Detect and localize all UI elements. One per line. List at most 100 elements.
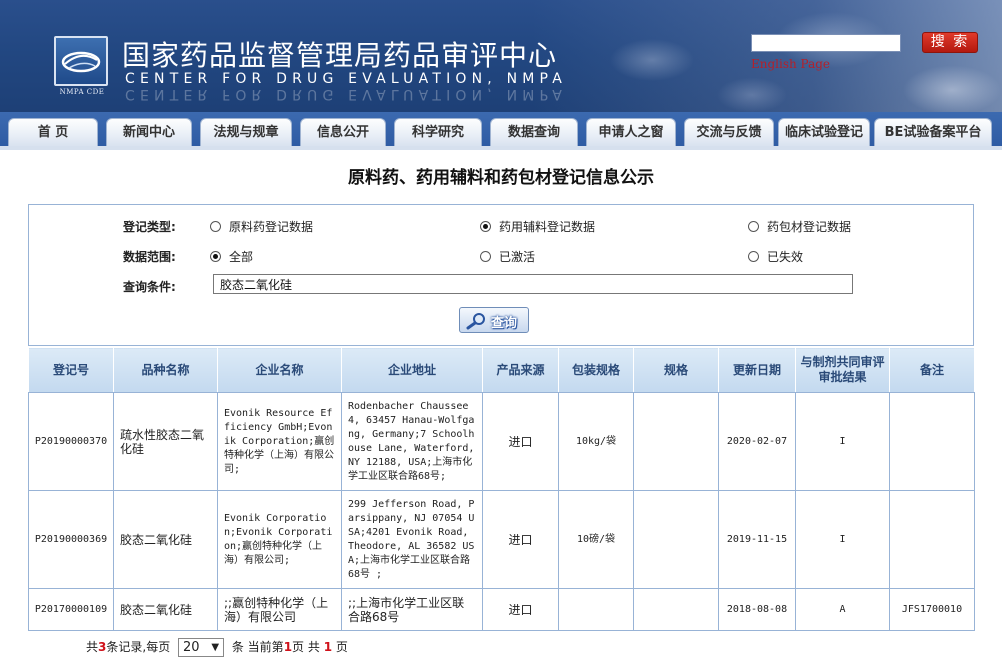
radio-label: 药包材登记数据 xyxy=(767,220,852,234)
cell-product: 胶态二氧化硅 xyxy=(113,588,218,631)
page-size-value: 20 xyxy=(183,640,200,655)
column-header: 产品来源 xyxy=(482,347,559,393)
radio-indicator[interactable] xyxy=(480,251,491,262)
table-row[interactable]: P20170000109 胶态二氧化硅 ;;赢创特种化学（上海）有限公司 ;;上… xyxy=(28,588,975,631)
nav-tab-clinical-trial[interactable]: 临床试验登记 xyxy=(778,118,870,148)
pager-text: 条记录,每页 xyxy=(106,640,171,654)
cell-company: Evonik Corporation;Evonik Corporation;赢创… xyxy=(217,490,342,589)
site-title: 国家药品监督管理局药品审评中心 xyxy=(122,39,558,72)
cell-reg-no: P20170000109 xyxy=(28,588,114,631)
nav-tab-home[interactable]: 首 页 xyxy=(8,118,98,148)
query-button-label: 查询 xyxy=(491,316,518,331)
site-search-input[interactable] xyxy=(751,34,901,52)
magnifier-icon xyxy=(466,313,485,330)
cell-reg-no: P20190000370 xyxy=(28,392,114,491)
radio-indicator[interactable] xyxy=(748,221,759,232)
data-scope-label: 数据范围: xyxy=(123,250,176,264)
radio-label: 药用辅料登记数据 xyxy=(499,220,596,234)
pager-text: 共 xyxy=(86,640,99,654)
registration-type-label: 登记类型: xyxy=(123,220,176,234)
cell-remark xyxy=(889,392,975,491)
cell-source: 进口 xyxy=(482,490,559,589)
site-title-english: CENTER FOR DRUG EVALUATION, NMPA xyxy=(125,71,568,87)
table-row[interactable]: P20190000370 疏水性胶态二氧化硅 Evonik Resource E… xyxy=(28,392,975,491)
cell-spec xyxy=(633,392,719,491)
site-header: NMPA CDE 国家药品监督管理局药品审评中心 CENTER FOR DRUG… xyxy=(0,0,1002,118)
cell-address: 299 Jefferson Road, Parsippany, NJ 07054… xyxy=(341,490,483,589)
query-condition-input[interactable] xyxy=(213,274,853,294)
radio-label: 原料药登记数据 xyxy=(229,220,314,234)
radio-api-data[interactable]: 原料药登记数据 xyxy=(210,218,313,235)
query-button[interactable]: 查询 xyxy=(459,307,529,333)
cell-product: 疏水性胶态二氧化硅 xyxy=(113,392,218,491)
radio-excipient-data[interactable]: 药用辅料登记数据 xyxy=(480,218,595,235)
query-condition-label: 查询条件: xyxy=(123,280,176,294)
page-size-select[interactable]: 20 ▼ xyxy=(178,638,225,657)
cell-spec xyxy=(633,490,719,589)
radio-label: 已失效 xyxy=(767,250,804,264)
cell-remark xyxy=(889,490,975,589)
radio-label: 全部 xyxy=(229,250,254,264)
nav-tab-applicant[interactable]: 申请人之窗 xyxy=(586,118,676,148)
logo-caption: NMPA CDE xyxy=(59,88,105,96)
column-header: 包装规格 xyxy=(558,347,634,393)
pager-text: 页 xyxy=(335,640,348,654)
cell-result: I xyxy=(795,392,890,491)
cell-company: Evonik Resource Efficiency GmbH;Evonik C… xyxy=(217,392,342,491)
cell-updated: 2020-02-07 xyxy=(718,392,796,491)
cell-package: 10磅/袋 xyxy=(558,490,634,589)
radio-scope-inactive[interactable]: 已失效 xyxy=(748,248,803,265)
current-page: 1 xyxy=(283,640,293,654)
radio-scope-all[interactable]: 全部 xyxy=(210,248,253,265)
results-table: 登记号 品种名称 企业名称 企业地址 产品来源 包装规格 规格 更新日期 与制剂… xyxy=(28,347,975,631)
logo-emblem-icon xyxy=(61,51,101,73)
radio-packaging-data[interactable]: 药包材登记数据 xyxy=(748,218,851,235)
english-page-link[interactable]: English Page xyxy=(751,57,830,71)
cell-package: 10kg/袋 xyxy=(558,392,634,491)
cell-updated: 2019-11-15 xyxy=(718,490,796,589)
cell-reg-no: P20190000369 xyxy=(28,490,114,589)
column-header: 备注 xyxy=(889,347,975,393)
nav-tab-data-query[interactable]: 数据查询 xyxy=(490,118,578,148)
cell-source: 进口 xyxy=(482,392,559,491)
column-header: 与制剂共同审评审批结果 xyxy=(795,347,890,393)
column-header: 品种名称 xyxy=(113,347,218,393)
radio-indicator-selected[interactable] xyxy=(480,221,491,232)
cell-product: 胶态二氧化硅 xyxy=(113,490,218,589)
table-header-row: 登记号 品种名称 企业名称 企业地址 产品来源 包装规格 规格 更新日期 与制剂… xyxy=(28,347,975,393)
total-pages: 1 xyxy=(323,640,333,654)
cell-updated: 2018-08-08 xyxy=(718,588,796,631)
table-row[interactable]: P20190000369 胶态二氧化硅 Evonik Corporation;E… xyxy=(28,490,975,589)
radio-label: 已激活 xyxy=(499,250,536,264)
radio-scope-active[interactable]: 已激活 xyxy=(480,248,535,265)
pager-text: 条 当前第 xyxy=(231,640,284,654)
cell-company: ;;赢创特种化学（上海）有限公司 xyxy=(217,588,342,631)
column-header: 企业地址 xyxy=(341,347,483,393)
cell-source: 进口 xyxy=(482,588,559,631)
pagination: 共3条记录,每页 20 ▼ 条 当前第1页 共 1 页 xyxy=(86,637,348,657)
site-title-reflection: CENTER FOR DRUG EVALUATION, NMPA xyxy=(125,86,568,102)
chevron-down-icon: ▼ xyxy=(211,642,220,653)
nav-tab-feedback[interactable]: 交流与反馈 xyxy=(684,118,774,148)
nav-divider xyxy=(0,146,1002,150)
cell-result: I xyxy=(795,490,890,589)
nav-tab-news[interactable]: 新闻中心 xyxy=(106,118,192,148)
site-search-button[interactable]: 搜 索 xyxy=(922,32,978,53)
column-header: 更新日期 xyxy=(718,347,796,393)
main-nav: 首 页 新闻中心 法规与规章 信息公开 科学研究 数据查询 申请人之窗 交流与反… xyxy=(0,112,1002,148)
nmpa-logo[interactable] xyxy=(54,36,108,86)
radio-indicator[interactable] xyxy=(748,251,759,262)
nav-tab-info-disclosure[interactable]: 信息公开 xyxy=(300,118,386,148)
nav-tab-be-platform[interactable]: BE试验备案平台 xyxy=(874,118,992,148)
cell-remark: JFS1700010 xyxy=(889,588,975,631)
cell-spec xyxy=(633,588,719,631)
cell-address: ;;上海市化学工业区联合路68号 xyxy=(341,588,483,631)
column-header: 企业名称 xyxy=(217,347,342,393)
cell-result: A xyxy=(795,588,890,631)
page-title: 原料药、药用辅料和药包材登记信息公示 xyxy=(348,168,654,188)
cell-package xyxy=(558,588,634,631)
radio-indicator-selected[interactable] xyxy=(210,251,221,262)
nav-tab-regulations[interactable]: 法规与规章 xyxy=(200,118,292,148)
radio-indicator[interactable] xyxy=(210,221,221,232)
nav-tab-research[interactable]: 科学研究 xyxy=(394,118,482,148)
